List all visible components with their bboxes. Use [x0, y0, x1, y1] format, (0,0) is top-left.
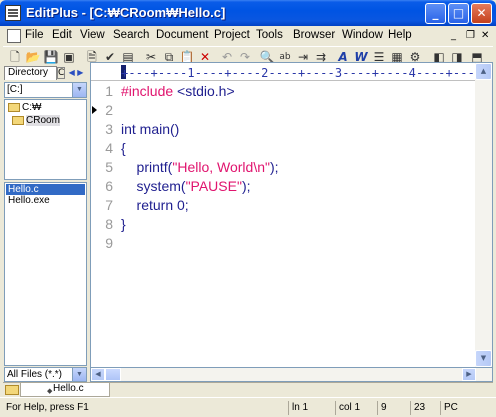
status-column: col 1 [335, 401, 377, 415]
tab-directory[interactable]: Directory [4, 66, 57, 80]
file-item-hello-c[interactable]: Hello.c [6, 184, 85, 195]
save-all-icon[interactable]: ▣ [61, 49, 77, 65]
string-literal: "Hello, World\n" [172, 159, 270, 175]
code-editor[interactable]: +---+----1----+----2----+----3----+----4… [90, 62, 493, 368]
save-icon[interactable]: 💾 [43, 49, 59, 65]
code-line[interactable]: int main() [121, 120, 179, 139]
line-number: 9 [105, 235, 113, 251]
menu-search[interactable]: Search [113, 29, 149, 41]
code-line[interactable]: system("PAUSE"); [121, 177, 251, 196]
code-token: <stdio.h> [173, 83, 235, 99]
code-token: ); [241, 178, 251, 194]
title-bar: EditPlus - [C:₩CRoom₩Hello.c] _ □ ✕ [0, 0, 496, 26]
folder-open-icon [8, 102, 20, 112]
mdi-close-button[interactable]: ✕ [481, 30, 489, 41]
document-tab-label: Hello.c [53, 383, 84, 394]
line-number: 6 [105, 178, 113, 194]
status-file-format: PC [440, 401, 470, 415]
open-folder-icon[interactable]: 📂 [25, 49, 41, 65]
panel-tabstrip: Directory C ◀ ▶ [3, 66, 88, 80]
vertical-scrollbar[interactable]: ▲ ▼ [475, 63, 492, 367]
line-number: 7 [105, 197, 113, 213]
code-token: printf( [121, 159, 173, 175]
filter-value: All Files (*.*) [7, 369, 63, 380]
string-literal: "PAUSE" [185, 178, 242, 194]
code-token: ); [269, 159, 279, 175]
document-tab-hello-c[interactable]: ◆ Hello.c [20, 383, 110, 397]
column-ruler: +---+----1----+----2----+----3----+----4… [91, 63, 492, 81]
code-text-area[interactable]: #include <stdio.h> int main() { printf("He… [121, 82, 481, 367]
drive-selector[interactable]: [C:] ▼ [4, 82, 87, 98]
line-number-gutter: 1 2 3 4 5 6 7 8 9 [91, 82, 115, 367]
menu-bar: File Edit View Search Document Project T… [3, 26, 493, 46]
code-token: } [121, 216, 126, 232]
directory-tree[interactable]: C:₩ CRoom [4, 99, 87, 180]
status-bar: For Help, press F1 ln 1 col 1 9 23 PC [0, 397, 496, 417]
line-number: 8 [105, 216, 113, 232]
menu-window[interactable]: Window [342, 29, 383, 41]
scroll-down-button[interactable]: ▼ [475, 350, 492, 367]
tab-scroll-arrows[interactable]: ◀ ▶ [65, 66, 87, 80]
code-line[interactable]: } [121, 215, 126, 234]
tree-item-label: C:₩ [22, 102, 42, 113]
editplus-app-icon[interactable] [5, 5, 21, 21]
scroll-thumb[interactable] [105, 368, 121, 381]
mdi-minimize-button[interactable]: _ [451, 30, 456, 41]
scroll-up-button[interactable]: ▲ [475, 63, 492, 80]
code-token: { [121, 140, 126, 156]
code-line[interactable]: #include <stdio.h> [121, 82, 235, 101]
menu-project[interactable]: Project [214, 29, 250, 41]
file-list[interactable]: Hello.c Hello.exe [4, 182, 87, 366]
scroll-left-button[interactable]: ◀ [91, 368, 105, 381]
horizontal-scrollbar[interactable]: ◀ ▶ [90, 368, 493, 382]
line-number: 5 [105, 159, 113, 175]
minimize-button[interactable]: _ [425, 3, 446, 24]
chevron-down-icon[interactable]: ▼ [72, 368, 86, 381]
status-help-text: For Help, press F1 [6, 402, 89, 413]
line-number: 4 [105, 140, 113, 156]
menu-edit[interactable]: Edit [52, 29, 72, 41]
code-line[interactable]: return 0; [121, 196, 189, 215]
folder-icon[interactable] [5, 385, 19, 395]
code-token: system( [121, 178, 186, 194]
document-icon[interactable] [7, 29, 21, 43]
line-number: 1 [105, 83, 113, 99]
tree-item-label: CRoom [26, 115, 60, 126]
drive-value: [C:] [7, 84, 23, 95]
preprocessor-directive: #include [121, 83, 174, 99]
mdi-restore-button[interactable]: ❐ [466, 30, 475, 41]
line-number: 2 [105, 102, 113, 118]
menu-document[interactable]: Document [156, 29, 208, 41]
tab-cliptext[interactable]: C [57, 67, 65, 79]
code-token: return 0; [121, 197, 189, 213]
maximize-button[interactable]: □ [448, 3, 469, 24]
scroll-right-button[interactable]: ▶ [462, 368, 476, 381]
window-title: EditPlus - [C:₩CRoom₩Hello.c] [26, 5, 226, 20]
ruler-scale: +---+----1----+----2----+----3----+----4… [121, 66, 490, 80]
tree-item-root[interactable]: C:₩ [8, 102, 41, 114]
new-file-icon[interactable]: 🗋 [7, 49, 23, 65]
tree-item-croom[interactable]: CRoom [12, 115, 60, 127]
chevron-down-icon[interactable]: ▼ [72, 83, 86, 97]
file-item-hello-exe[interactable]: Hello.exe [6, 195, 85, 206]
close-button[interactable]: ✕ [471, 3, 492, 24]
folder-icon [12, 115, 24, 125]
directory-panel: Directory C ◀ ▶ [C:] ▼ C:₩ CRoom Hello.c… [3, 66, 88, 382]
file-filter-selector[interactable]: All Files (*.*) ▼ [4, 367, 87, 382]
document-tab-strip: ◆ Hello.c [3, 382, 493, 397]
menu-tools[interactable]: Tools [256, 29, 283, 41]
status-char-code: 9 [377, 401, 410, 415]
status-line: ln 1 [288, 401, 333, 415]
menu-view[interactable]: View [80, 29, 105, 41]
menu-help[interactable]: Help [388, 29, 412, 41]
code-line[interactable]: printf("Hello, World\n"); [121, 158, 279, 177]
code-line[interactable]: { [121, 139, 126, 158]
menu-file[interactable]: File [25, 29, 44, 41]
menu-browser[interactable]: Browser [293, 29, 335, 41]
status-line-count: 23 [410, 401, 440, 415]
line-number: 3 [105, 121, 113, 137]
code-token: int main() [121, 121, 180, 137]
